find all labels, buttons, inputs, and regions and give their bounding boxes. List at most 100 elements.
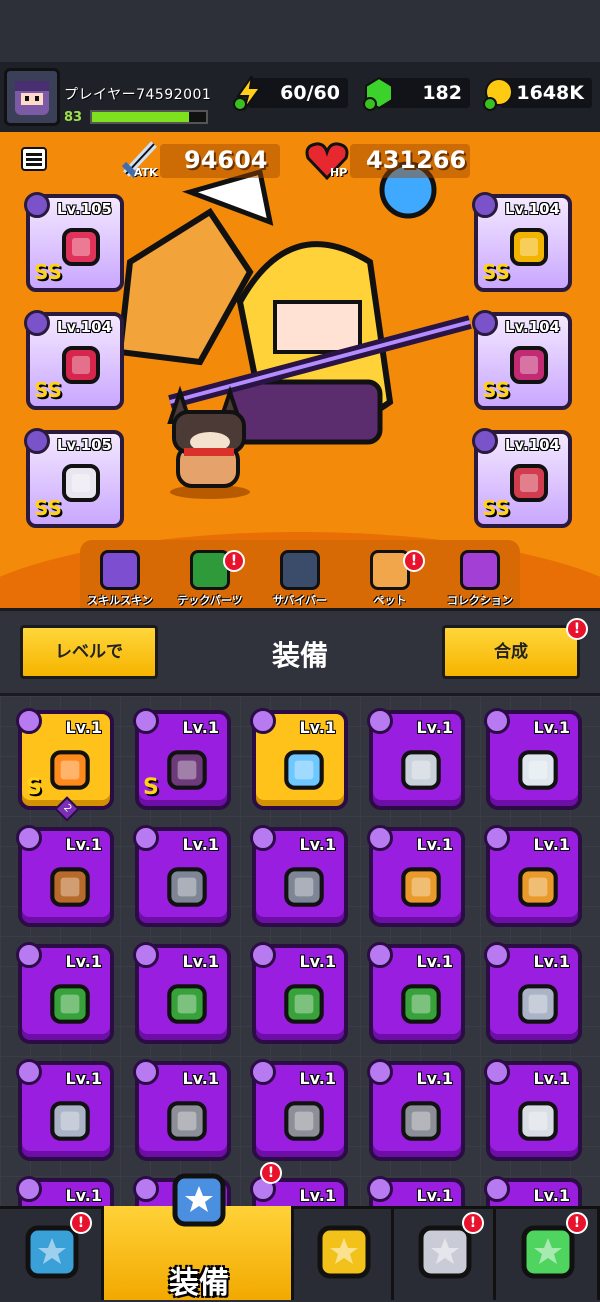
equipped-slot-boots[interactable]: Lv.104 SS	[472, 428, 572, 528]
item-level: Lv.1	[65, 952, 102, 971]
menu-item-2[interactable]: サバイバー	[255, 550, 345, 608]
equipped-slot-belt[interactable]: Lv.104 SS	[472, 310, 572, 410]
boots-icon	[167, 750, 207, 790]
slot-level: Lv.104	[504, 200, 560, 218]
item-type-icon	[367, 1176, 393, 1202]
item-type-icon	[484, 942, 510, 968]
xp-bar-fill	[92, 112, 189, 122]
inventory-item[interactable]: Lv.1	[250, 1059, 348, 1161]
item-type-icon	[16, 1176, 42, 1202]
equipped-slot-armor[interactable]: Lv.104 SS	[472, 192, 572, 292]
inventory-item[interactable]: Lv.1	[367, 942, 465, 1044]
energy-value: 60/60	[280, 82, 340, 104]
nav-battle[interactable]	[294, 1206, 394, 1300]
inventory-item[interactable]: Lv.1	[484, 1176, 582, 1206]
item-type-icon	[484, 1059, 510, 1085]
nav-evolve[interactable]: !	[394, 1206, 496, 1300]
steel-armor-icon	[50, 1101, 90, 1141]
claw-glove-icon	[284, 750, 324, 790]
player-name: プレイヤー74592001	[64, 87, 212, 103]
equipped-slot-necklace[interactable]: Lv.104 SS	[24, 310, 124, 410]
inventory-item[interactable]: Lv.1	[16, 825, 114, 927]
inventory-item[interactable]: Lv.1	[16, 942, 114, 1044]
inventory-item[interactable]: Lv.1	[133, 1059, 231, 1161]
nav-badge: !	[566, 1212, 588, 1234]
bat-icon	[518, 867, 558, 907]
menu-item-label: コレクション	[447, 594, 513, 607]
inventory-item[interactable]: Lv.1	[250, 825, 348, 927]
slot-level: Lv.104	[504, 318, 560, 336]
inventory-item[interactable]: Lv.1	[133, 825, 231, 927]
item-type-icon	[250, 825, 276, 851]
item-type-icon	[367, 942, 393, 968]
staff-icon	[62, 228, 100, 266]
inventory-item[interactable]: Lv.1 S	[133, 708, 231, 810]
bat-icon	[401, 867, 441, 907]
inventory-item[interactable]: Lv.1	[250, 942, 348, 1044]
player-avatar[interactable]	[4, 68, 60, 126]
slot-grade: SS	[34, 496, 62, 520]
item-level: Lv.1	[182, 952, 219, 971]
nav-shop[interactable]: !	[0, 1206, 104, 1300]
item-level: Lv.1	[299, 952, 336, 971]
inventory-item[interactable]: Lv.1 S 2	[16, 708, 114, 822]
menu-item-badge: !	[223, 550, 245, 572]
menu-item-icon	[100, 550, 140, 590]
green-vest-icon	[284, 984, 324, 1024]
green-vest-icon	[167, 984, 207, 1024]
lightning-icon	[233, 75, 262, 111]
menu-list-icon[interactable]	[20, 145, 48, 173]
green-gem-icon	[363, 76, 393, 111]
item-level: Lv.1	[182, 718, 219, 737]
chest-plate-icon	[401, 1101, 441, 1141]
inventory-item[interactable]: Lv.1	[367, 1059, 465, 1161]
slot-level: Lv.104	[504, 436, 560, 454]
inventory-item[interactable]: Lv.1	[484, 942, 582, 1044]
menu-item-icon	[460, 550, 500, 590]
inventory-item[interactable]: Lv.1	[367, 825, 465, 927]
inventory-item[interactable]: Lv.1	[367, 708, 465, 810]
item-level: Lv.1	[533, 1069, 570, 1088]
slot-level: Lv.104	[56, 318, 112, 336]
merge-button[interactable]: 合成	[442, 625, 580, 679]
item-level: Lv.1	[182, 1069, 219, 1088]
item-type-icon	[250, 942, 276, 968]
item-type-icon	[250, 708, 276, 734]
item-level: Lv.1	[65, 1186, 102, 1205]
equipped-slot-gloves[interactable]: Lv.105 SS	[24, 428, 124, 528]
shotgun-icon	[284, 867, 324, 907]
slot-level: Lv.105	[56, 200, 112, 218]
inventory-item[interactable]: Lv.1	[484, 708, 582, 810]
katana-icon	[518, 750, 558, 790]
kunai-icon	[401, 750, 441, 790]
menu-item-4[interactable]: コレクション	[435, 550, 525, 608]
menu-item-badge: !	[403, 550, 425, 572]
item-type-icon	[367, 825, 393, 851]
nav-equipment-label: 装備	[169, 1266, 229, 1301]
belt-icon	[510, 346, 548, 384]
nav-tech[interactable]: !	[496, 1206, 600, 1300]
item-type-icon	[16, 942, 42, 968]
inventory-item[interactable]: Lv.1	[367, 1176, 465, 1206]
inventory-item[interactable]: Lv.1	[16, 1176, 114, 1206]
boots-icon	[510, 464, 548, 502]
inventory-item[interactable]: Lv.1	[133, 942, 231, 1044]
item-level: Lv.1	[299, 835, 336, 854]
menu-item-0[interactable]: スキルスキン	[75, 550, 165, 608]
item-type-icon	[16, 1059, 42, 1085]
menu-item-label: ペット	[373, 594, 407, 607]
item-level: Lv.1	[65, 1069, 102, 1088]
item-level: Lv.1	[182, 835, 219, 854]
slot-grade: SS	[482, 496, 510, 520]
gauntlet-icon	[62, 464, 100, 502]
slot-grade: SS	[34, 260, 62, 284]
equipped-slot-weapon[interactable]: Lv.105 SS	[24, 192, 124, 292]
inventory-grid: Lv.1 S 2 Lv.1 S Lv.1 Lv.1 Lv.1 Lv.1 Lv.1 Lv.1 Lv.1 L…	[0, 696, 600, 1206]
item-type-icon	[133, 1176, 159, 1202]
nav-badge: !	[462, 1212, 484, 1234]
inventory-item[interactable]: Lv.1	[484, 1059, 582, 1161]
inventory-item[interactable]: Lv.1	[484, 825, 582, 927]
inventory-item[interactable]: Lv.1	[250, 708, 348, 810]
item-type-icon	[133, 708, 159, 734]
inventory-item[interactable]: Lv.1	[16, 1059, 114, 1161]
